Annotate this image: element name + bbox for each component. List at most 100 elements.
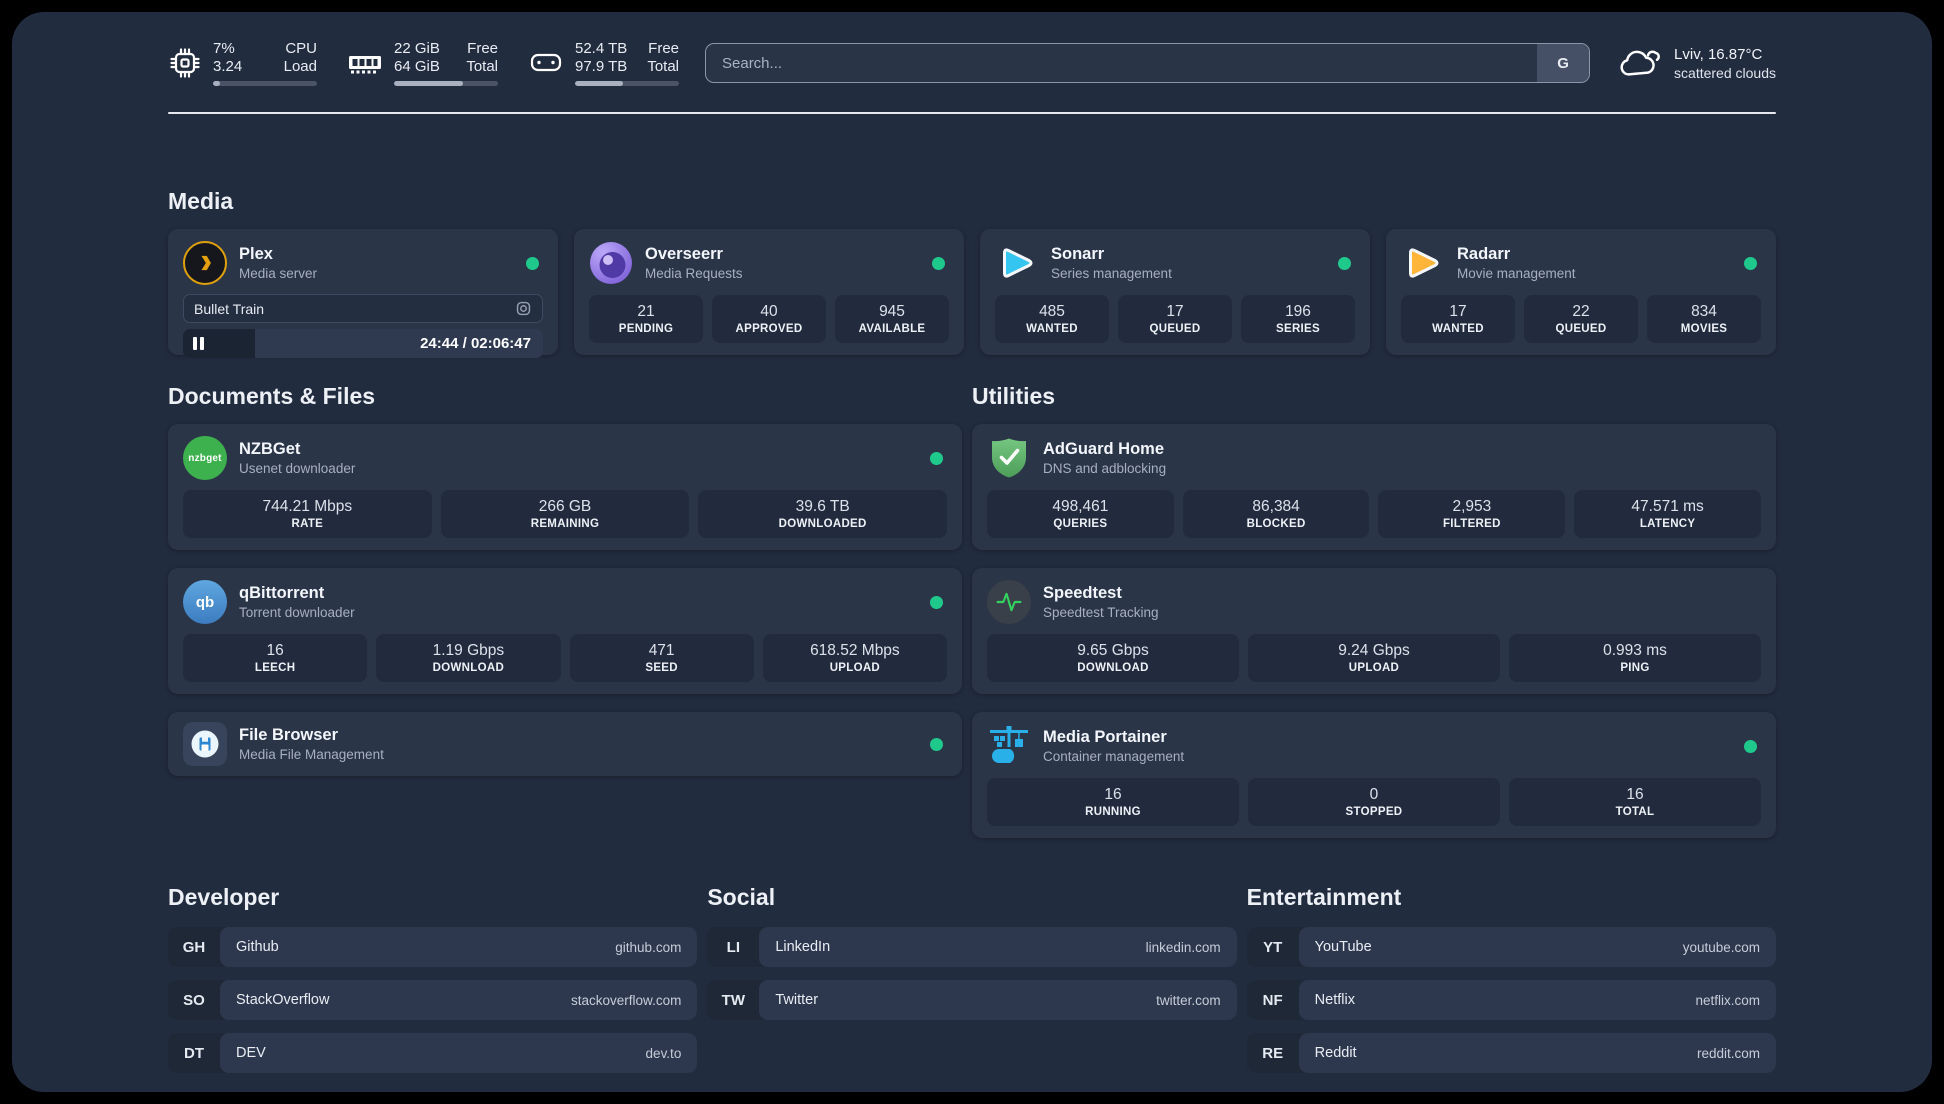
qbittorrent-card[interactable]: qb qBittorrent Torrent downloader 16 LEEC… bbox=[168, 568, 962, 694]
bookmark-abbr: RE bbox=[1262, 1044, 1284, 1062]
bookmark-netflix[interactable]: NF Netflix netflix.com bbox=[1246, 980, 1776, 1020]
documents-column: Documents & Files nzbget NZBGet Usenet d… bbox=[168, 355, 962, 838]
disk-total: 97.9 TB bbox=[575, 58, 628, 75]
app-subtitle: Media File Management bbox=[239, 747, 384, 762]
pause-icon bbox=[193, 337, 204, 350]
bookmark-name: Github bbox=[236, 939, 279, 955]
stat-queued: 17 QUEUED bbox=[1118, 295, 1232, 343]
utilities-column: Utilities AdGuard Home DNS and adblockin… bbox=[972, 355, 1776, 838]
bookmark-youtube[interactable]: YT YouTube youtube.com bbox=[1246, 927, 1776, 967]
social-links: Social LI LinkedIn linkedin.com TW Twitte… bbox=[707, 884, 1237, 1086]
cloud-icon bbox=[1620, 50, 1660, 76]
bookmark-name: DEV bbox=[236, 1045, 266, 1061]
app-title: Media Portainer bbox=[1043, 728, 1167, 746]
disk-progress-bar bbox=[575, 81, 679, 86]
status-dot bbox=[1743, 739, 1757, 753]
disk-free-label: Free bbox=[648, 40, 679, 57]
stat-filtered: 2,953 FILTERED bbox=[1378, 490, 1566, 538]
portainer-icon bbox=[987, 724, 1031, 768]
adguard-card[interactable]: AdGuard Home DNS and adblocking 498,461 Q… bbox=[972, 424, 1776, 550]
disk-total-label: Total bbox=[647, 58, 679, 75]
disk-stat: 52.4 TB 97.9 TB Free Total bbox=[528, 40, 679, 86]
app-subtitle: Container management bbox=[1043, 749, 1185, 764]
bookmark-reddit[interactable]: RE Reddit reddit.com bbox=[1246, 1033, 1776, 1073]
bookmark-abbr: LI bbox=[726, 938, 740, 956]
speedtest-icon bbox=[987, 580, 1031, 624]
bookmark-url: twitter.com bbox=[1156, 992, 1221, 1008]
app-title: Sonarr bbox=[1051, 245, 1105, 263]
bookmark-twitter[interactable]: TW Twitter twitter.com bbox=[707, 980, 1237, 1020]
bookmark-github[interactable]: GH Github github.com bbox=[168, 927, 698, 967]
now-playing-title: Bullet Train bbox=[194, 300, 265, 317]
sonarr-card[interactable]: Sonarr Series management 485 WANTED 17 QUE… bbox=[980, 229, 1370, 355]
ram-total-label: Total bbox=[466, 58, 498, 75]
stat-seed: 471 SEED bbox=[569, 634, 754, 682]
stat-leech: 16 LEECH bbox=[183, 634, 368, 682]
media-cards-row: Plex Media server Bullet Train 24:44 / 0… bbox=[168, 229, 1776, 358]
radarr-card[interactable]: Radarr Movie management 17 WANTED 22 QUEUE… bbox=[1386, 229, 1776, 355]
bookmark-name: StackOverflow bbox=[236, 992, 330, 1008]
cpu-stat: 7% 3.24 CPU Load bbox=[168, 40, 317, 86]
search-engine-button[interactable]: G bbox=[1537, 44, 1590, 82]
video-icon bbox=[516, 301, 531, 316]
filebrowser-icon bbox=[183, 722, 227, 766]
bookmark-stackoverflow[interactable]: SO StackOverflow stackoverflow.com bbox=[168, 980, 698, 1020]
stat-series: 196 SERIES bbox=[1241, 295, 1355, 343]
bookmark-url: netflix.com bbox=[1695, 992, 1760, 1008]
bookmark-abbr: TW bbox=[721, 991, 745, 1009]
stat-available: 945 AVAILABLE bbox=[835, 295, 949, 343]
status-dot bbox=[1744, 256, 1757, 270]
status-dot bbox=[930, 451, 943, 465]
bookmark-name: Twitter bbox=[775, 992, 819, 1008]
bookmark-dev[interactable]: DT DEV dev.to bbox=[168, 1033, 698, 1073]
overseerr-icon bbox=[589, 241, 633, 285]
plex-card[interactable]: Plex Media server Bullet Train 24:44 / 0… bbox=[168, 229, 558, 358]
playback-progress-bar[interactable]: 24:44 / 02:06:47 bbox=[183, 329, 543, 358]
stat-rate: 744.21 Mbps RATE bbox=[183, 490, 432, 538]
stat-download: 1.19 Gbps DOWNLOAD bbox=[376, 634, 561, 682]
developer-links: Developer GH Github github.com SO StackOv… bbox=[168, 884, 698, 1086]
app-title: Plex bbox=[239, 245, 273, 263]
portainer-card[interactable]: Media Portainer Container management 16 R… bbox=[972, 712, 1776, 838]
app-subtitle: Series management bbox=[1051, 266, 1172, 281]
stat-queued: 22 QUEUED bbox=[1524, 295, 1638, 343]
speedtest-card[interactable]: Speedtest Speedtest Tracking 9.65 Gbps DO… bbox=[972, 568, 1776, 694]
bookmark-abbr: SO bbox=[183, 991, 205, 1009]
stat-latency: 47.571 ms LATENCY bbox=[1574, 490, 1761, 538]
app-title: qBittorrent bbox=[239, 584, 325, 602]
nzbget-card[interactable]: nzbget NZBGet Usenet downloader 744.21 M… bbox=[168, 424, 962, 550]
overseerr-card[interactable]: Overseerr Media Requests 21 PENDING 40 APP… bbox=[574, 229, 964, 355]
stat-total: 16 TOTAL bbox=[1508, 778, 1761, 826]
section-title-documents: Documents & Files bbox=[168, 383, 376, 409]
app-title: Speedtest bbox=[1043, 584, 1122, 602]
disk-free: 52.4 TB bbox=[575, 40, 628, 57]
ram-free-label: Free bbox=[467, 40, 498, 57]
stat-upload: 9.24 Gbps UPLOAD bbox=[1247, 634, 1500, 682]
bookmark-url: linkedin.com bbox=[1145, 939, 1221, 955]
stat-stopped: 0 STOPPED bbox=[1247, 778, 1500, 826]
ram-icon bbox=[349, 56, 381, 74]
cpu-icon bbox=[170, 48, 200, 78]
dashboard: 7% 3.24 CPU Load 22 GiB 64 GiB Free Tota… bbox=[12, 12, 1932, 1092]
bookmark-name: YouTube bbox=[1314, 939, 1372, 955]
bookmark-url: reddit.com bbox=[1696, 1045, 1760, 1061]
ram-total: 64 GiB bbox=[394, 58, 440, 75]
stat-blocked: 86,384 BLOCKED bbox=[1182, 490, 1370, 538]
bookmark-linkedin[interactable]: LI LinkedIn linkedin.com bbox=[707, 927, 1237, 967]
bookmark-name: Reddit bbox=[1314, 1045, 1357, 1061]
search-input[interactable] bbox=[706, 44, 1538, 82]
section-title-developer: Developer bbox=[168, 884, 280, 910]
status-dot bbox=[930, 737, 943, 751]
app-title: Overseerr bbox=[645, 245, 723, 263]
system-stats: 7% 3.24 CPU Load 22 GiB 64 GiB Free Tota… bbox=[168, 40, 679, 86]
now-playing-row: Bullet Train bbox=[183, 294, 543, 323]
app-subtitle: Media Requests bbox=[645, 266, 743, 281]
bookmark-abbr: YT bbox=[1263, 938, 1283, 956]
bookmark-name: LinkedIn bbox=[775, 939, 831, 955]
section-title-media: Media bbox=[168, 188, 234, 214]
filebrowser-card[interactable]: File Browser Media File Management bbox=[168, 712, 962, 776]
section-title-social: Social bbox=[707, 884, 776, 910]
bookmark-url: github.com bbox=[615, 939, 682, 955]
top-bar: 7% 3.24 CPU Load 22 GiB 64 GiB Free Tota… bbox=[168, 12, 1776, 86]
stat-upload: 618.52 Mbps UPLOAD bbox=[762, 634, 947, 682]
